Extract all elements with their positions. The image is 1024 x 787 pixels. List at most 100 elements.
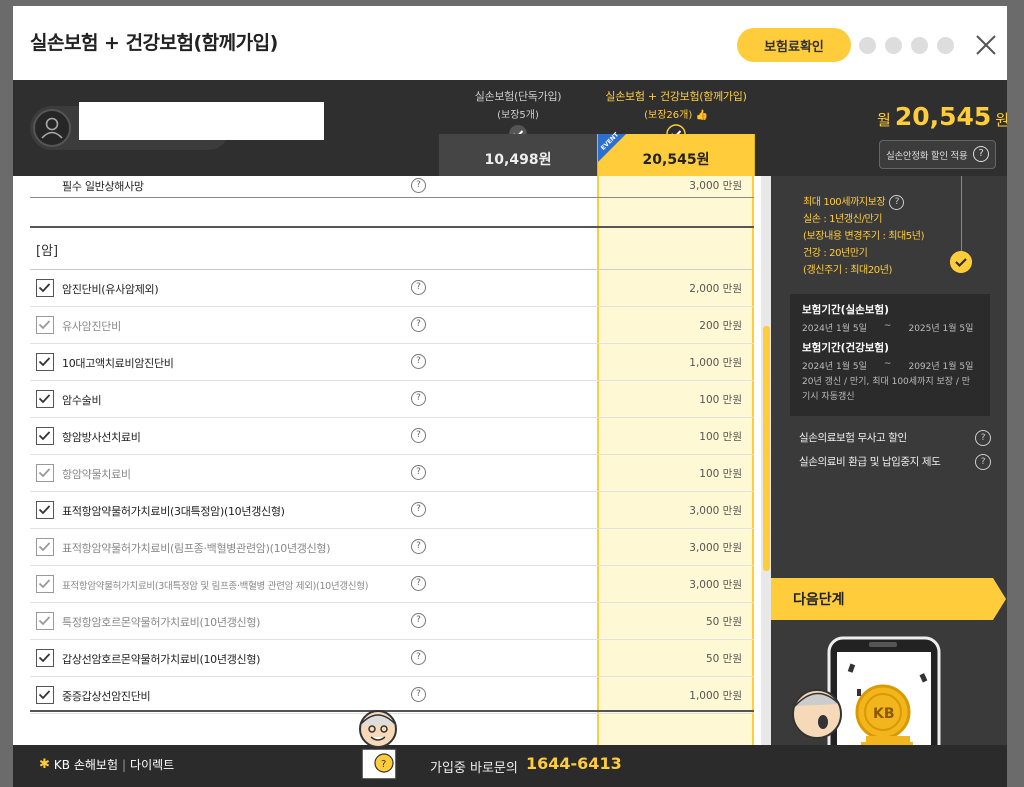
- coverage-row: 표적항암약물허가치료비(림프종·백혈병관련암)(10년갱신형)? 3,000 만원: [30, 529, 754, 566]
- step-dot: [859, 37, 876, 54]
- thumbs-up-icon: 👍: [695, 110, 708, 121]
- step-dot: [937, 37, 954, 54]
- coverage-checkbox[interactable]: [36, 427, 54, 445]
- no-claim-discount-link[interactable]: 실손의료보험 무사고 할인 ?: [799, 430, 991, 448]
- mascot-illustration: ?: [359, 710, 397, 780]
- period-dates: 2024년 1월 5일 ~ 2092년 1월 5일: [802, 359, 978, 372]
- plan-price: EVENT 20,545원: [597, 131, 755, 176]
- svg-text:?: ?: [381, 759, 386, 770]
- coverage-label: 중증갑상선암진단비: [62, 690, 151, 703]
- coverage-amount: 200 만원: [699, 320, 742, 332]
- coverage-checkbox[interactable]: [36, 686, 54, 704]
- coverage-row: 표적항암약물허가치료비(3대특정암)(10년갱신형)? 3,000 만원: [30, 492, 754, 529]
- coverage-term-info: 최대 100세까지보장? 실손 : 1년갱신/만기 (보장내용 변경주기 : 최…: [803, 194, 924, 279]
- check-icon: [38, 320, 51, 330]
- brand-sub: 다이렉트: [130, 758, 175, 772]
- help-icon[interactable]: ?: [411, 687, 426, 702]
- help-icon[interactable]: ?: [411, 650, 426, 665]
- coverage-label: 표적항암약물허가치료비(3대특정암 및 림프종·백혈병 관련암 제외)(10년갱…: [62, 581, 369, 592]
- coverage-checkbox[interactable]: [36, 353, 54, 371]
- next-step-button[interactable]: 다음단계: [771, 578, 993, 620]
- call-label: 가입중 바로문의: [430, 761, 518, 776]
- help-icon[interactable]: ?: [411, 354, 426, 369]
- brand-separator: |: [121, 757, 127, 772]
- call-number[interactable]: 1644-6413: [526, 754, 622, 773]
- close-icon[interactable]: [975, 34, 997, 56]
- coverage-checkbox[interactable]: [36, 464, 54, 482]
- check-icon: [38, 283, 51, 293]
- period-note: 20년 갱신 / 만기, 최대 100세까지 보장 / 만기시 자동갱신: [802, 377, 971, 402]
- plan-option-combo[interactable]: 실손보험 + 건강보험(함께가입) (보장26개) 👍 EVENT 20,545…: [597, 80, 755, 176]
- coverage-checkbox[interactable]: [36, 390, 54, 408]
- total-amount: 20,545: [894, 102, 992, 131]
- coverage-checkbox[interactable]: [36, 612, 54, 630]
- coverage-amount: 100 만원: [699, 468, 742, 480]
- help-icon[interactable]: ?: [411, 576, 426, 591]
- coverage-amount: 3,000 만원: [689, 542, 742, 554]
- user-icon: [41, 117, 63, 139]
- promo-illustration: KB: [792, 636, 941, 745]
- coverage-amount: 100 만원: [699, 394, 742, 406]
- total-premium: 월 20,545 원: [877, 102, 1007, 131]
- term-line: 실손 : 1년갱신/만기: [803, 214, 883, 225]
- svg-text:KB: KB: [873, 706, 895, 722]
- coverage-amount: 3,000 만원: [689, 505, 742, 517]
- coverage-amount: 3,000 만원: [689, 180, 742, 192]
- coverage-row: 갑상선암호르몬약물허가치료비(10년갱신형)? 50 만원: [30, 640, 754, 677]
- scrollbar-thumb[interactable]: [763, 326, 770, 571]
- coverage-amount: 100 만원: [699, 431, 742, 443]
- help-icon[interactable]: ?: [411, 465, 426, 480]
- period-dates: 2024년 1월 5일 ~ 2025년 1월 5일: [802, 321, 978, 334]
- check-icon: [38, 542, 51, 552]
- coverage-label: 항암방사선치료비: [62, 431, 141, 444]
- section-header-cancer: [암]: [30, 226, 754, 270]
- refund-suspension-link[interactable]: 실손의료비 환급 및 납입중지 제도 ?: [799, 454, 991, 472]
- coverage-label: 암진단비(유사암제외): [62, 283, 159, 296]
- coverage-amount: 2,000 만원: [689, 283, 742, 295]
- coverage-checkbox[interactable]: [36, 575, 54, 593]
- brand-name: KB 손해보험: [53, 758, 118, 772]
- help-icon: ?: [973, 146, 989, 162]
- help-icon[interactable]: ?: [411, 178, 426, 193]
- coverage-row: 유사암진단비? 200 만원: [30, 307, 754, 344]
- check-icon: [38, 579, 51, 589]
- coverage-label: 표적항암약물허가치료비(림프종·백혈병관련암)(10년갱신형): [62, 542, 331, 555]
- coverage-amount: 50 만원: [705, 616, 742, 628]
- period-title: 보험기간(실손보험): [802, 304, 889, 316]
- coverage-label: 표적항암약물허가치료비(3대특정암)(10년갱신형): [62, 505, 285, 518]
- plan-modal: 실손보험 + 건강보험(함께가입) 보험료확인 실손보험(단독가입) (보장5개…: [13, 6, 1007, 787]
- help-icon[interactable]: ?: [411, 280, 426, 295]
- help-icon[interactable]: ?: [411, 428, 426, 443]
- check-icon: [38, 653, 51, 663]
- period-start: 2024년 1월 5일: [802, 362, 867, 372]
- help-icon[interactable]: ?: [411, 613, 426, 628]
- step-dot: [911, 37, 928, 54]
- help-icon[interactable]: ?: [889, 195, 905, 210]
- coverage-checkbox[interactable]: [36, 649, 54, 667]
- coverage-checkbox[interactable]: [36, 538, 54, 556]
- coverage-label: 10대고액치료비암진단비: [62, 357, 174, 370]
- help-icon[interactable]: ?: [411, 502, 426, 517]
- coverage-checkbox[interactable]: [36, 501, 54, 519]
- coverage-amount: 3,000 만원: [689, 579, 742, 591]
- plan-count: (보장5개): [497, 110, 539, 121]
- coverage-row: 필수 일반상해사망 ? 3,000 만원: [30, 176, 754, 198]
- help-icon[interactable]: ?: [975, 454, 991, 470]
- period-tilde: ~: [883, 359, 892, 369]
- help-icon[interactable]: ?: [411, 317, 426, 332]
- help-icon[interactable]: ?: [975, 430, 991, 446]
- plan-name: 실손보험 + 건강보험(함께가입): [605, 90, 747, 103]
- period-title: 보험기간(건강보험): [802, 342, 889, 354]
- help-icon[interactable]: ?: [411, 539, 426, 554]
- page-title: 실손보험 + 건강보험(함께가입): [30, 32, 278, 54]
- info-link-label: 실손의료보험 무사고 할인: [799, 432, 907, 444]
- help-icon[interactable]: ?: [411, 391, 426, 406]
- coverage-label: 특정항암호르몬약물허가치료비(10년갱신형): [62, 616, 261, 629]
- avatar: [33, 109, 71, 147]
- stabilization-discount-button[interactable]: 실손안정화 할인 적용 ?: [879, 140, 996, 169]
- coverage-checkbox[interactable]: [36, 316, 54, 334]
- premium-check-button[interactable]: 보험료확인: [737, 28, 851, 62]
- coverage-checkbox[interactable]: [36, 279, 54, 297]
- plan-count: (보장26개) 👍: [597, 106, 755, 121]
- plan-option-single[interactable]: 실손보험(단독가입) (보장5개) 10,498원: [439, 80, 597, 176]
